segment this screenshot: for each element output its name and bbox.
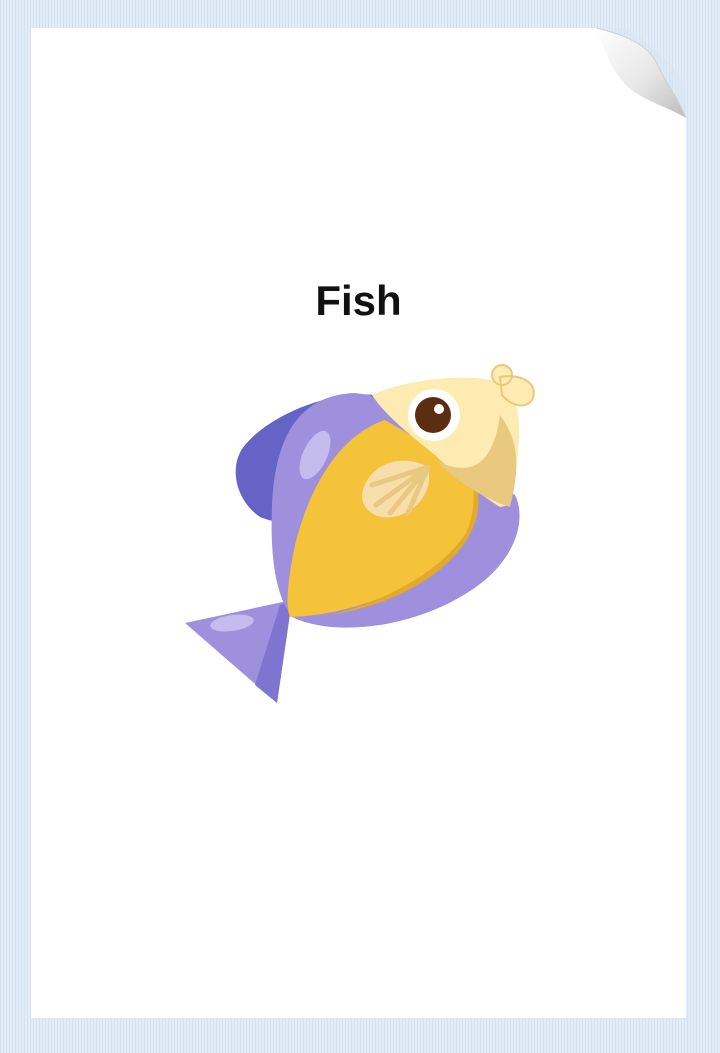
fish-illustration xyxy=(185,364,535,703)
page-curl-icon xyxy=(596,28,686,118)
card-title: Fish xyxy=(315,277,402,324)
